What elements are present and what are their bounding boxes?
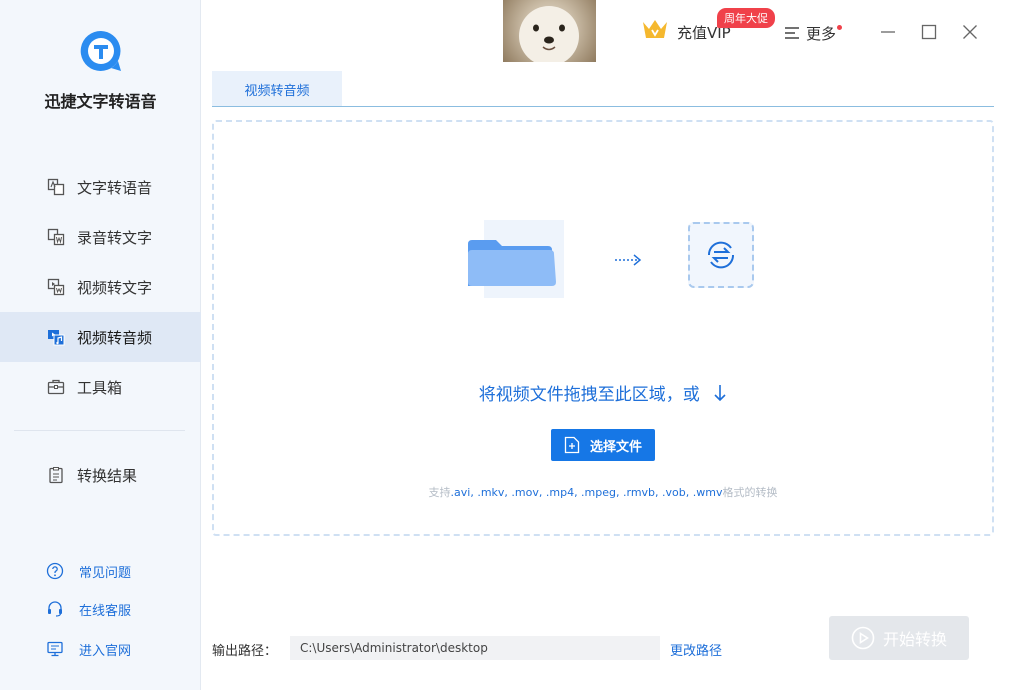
sidebar: 迅捷文字转语音 文字转语音 录音转文字 视频转文字 视频转音频 工具箱 转换结果… [0,0,201,690]
app-title: 迅捷文字转语音 [44,92,157,111]
help-link-label: 在线客服 [79,603,132,619]
text-to-speech-icon [46,177,66,197]
help-link-label: 常见问题 [79,565,132,581]
question-icon [46,562,64,580]
audio-to-text-icon [46,227,66,247]
results-icon [46,465,66,485]
play-icon [851,626,875,650]
sidebar-item-toolbox[interactable]: 工具箱 [0,362,201,412]
menu-icon [784,26,800,40]
help-link-label: 进入官网 [79,643,132,659]
arrow-right-icon [614,252,644,266]
support-prefix: 支持 [428,486,451,499]
drop-hint: 将视频文件拖拽至此区域，或 [214,380,992,407]
sidebar-item-audio-to-text[interactable]: 录音转文字 [0,212,201,262]
crown-icon [641,18,669,46]
output-path-label: 输出路径： [212,644,278,659]
start-convert-button[interactable]: 开始转换 [829,616,969,660]
more-label: 更多 [806,24,837,43]
convert-icon [688,222,754,288]
start-convert-label: 开始转换 [882,630,947,649]
format-list: .avi, .mkv, .mov, .mp4, .mpeg, .rmvb, .v… [450,486,723,499]
arrow-down-icon [713,384,727,407]
folder-icon [468,220,578,300]
notification-dot [837,25,843,30]
sidebar-item-label: 文字转语音 [77,178,153,197]
sidebar-item-video-to-audio[interactable]: 视频转音频 [0,312,201,362]
toolbox-icon [46,377,66,397]
help-link-website[interactable]: 进入官网 [0,634,201,664]
add-file-icon [564,436,580,454]
sidebar-item-label: 视频转文字 [77,278,153,297]
help-link-faq[interactable]: 常见问题 [0,556,201,586]
help-link-online-service[interactable]: 在线客服 [0,594,201,624]
more-menu-button[interactable]: 更多 [784,20,843,46]
change-path-link[interactable]: 更改路径 [670,640,722,659]
tab-underline [212,106,994,107]
tab-video-to-audio[interactable]: 视频转音频 [212,71,342,107]
sidebar-divider [14,430,185,431]
video-to-text-icon [46,277,66,297]
video-to-audio-icon [46,327,66,347]
monitor-icon [46,640,64,658]
sidebar-item-label: 视频转音频 [77,328,153,347]
close-button[interactable] [958,20,982,44]
sidebar-item-results[interactable]: 转换结果 [0,450,201,500]
sidebar-item-video-to-text[interactable]: 视频转文字 [0,262,201,312]
supported-formats: 支持.avi, .mkv, .mov, .mp4, .mpeg, .rmvb, … [214,484,992,500]
drop-hint-text: 将视频文件拖拽至此区域，或 [478,385,700,405]
promo-badge: 周年大促 [717,8,775,28]
app-logo-icon [78,28,124,74]
maximize-icon [921,24,937,40]
minimize-button[interactable] [876,20,900,44]
maximize-button[interactable] [917,20,941,44]
user-avatar[interactable] [503,0,596,62]
select-file-button[interactable]: 选择文件 [551,429,655,461]
support-suffix: 格式的转换 [722,486,778,499]
sidebar-item-label: 录音转文字 [77,228,153,247]
headset-icon [46,600,64,618]
output-path-field[interactable] [290,636,660,660]
select-file-label: 选择文件 [589,439,642,455]
close-icon [963,25,977,39]
minimize-icon [881,31,895,33]
sidebar-item-label: 工具箱 [77,378,123,397]
sidebar-item-label: 转换结果 [77,466,138,485]
sidebar-item-text-to-speech[interactable]: 文字转语音 [0,162,201,212]
file-drop-zone[interactable]: 将视频文件拖拽至此区域，或 选择文件 支持.avi, .mkv, .mov, .… [212,120,994,536]
